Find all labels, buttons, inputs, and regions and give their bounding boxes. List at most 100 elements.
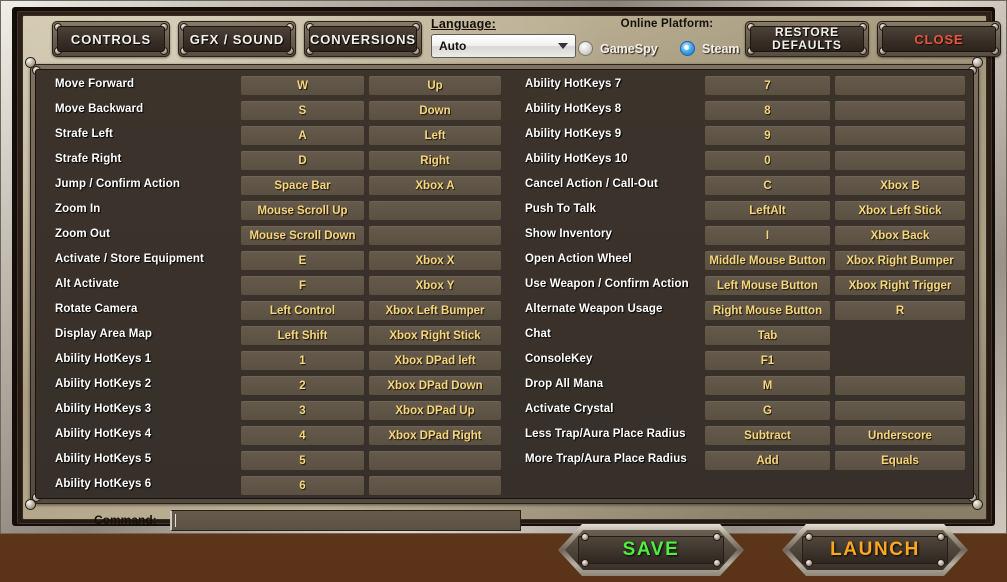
binding-secondary-field[interactable]: Xbox DPad left (369, 351, 501, 370)
binding-primary-field[interactable]: Middle Mouse Button (705, 251, 830, 270)
binding-secondary-value: Xbox Right Stick (389, 329, 481, 342)
binding-primary-field[interactable]: Left Control (241, 301, 364, 320)
binding-secondary-value: Xbox Back (870, 229, 930, 242)
binding-row: Ability HotKeys 8 8 (517, 98, 973, 123)
binding-secondary-field[interactable] (835, 151, 965, 170)
binding-primary-field[interactable]: F1 (705, 351, 830, 370)
binding-primary-field[interactable]: 7 (705, 76, 830, 95)
binding-primary-field[interactable]: A (241, 126, 364, 145)
binding-primary-field[interactable]: 0 (705, 151, 830, 170)
binding-secondary-field[interactable] (369, 451, 501, 470)
save-button[interactable]: SAVE (558, 524, 744, 576)
radio-steam-icon[interactable] (680, 41, 695, 56)
binding-primary-field[interactable]: S (241, 101, 364, 120)
binding-primary-field[interactable]: M (705, 376, 830, 395)
rivet-icon (938, 560, 944, 566)
binding-row: Drop All Mana M (517, 373, 973, 398)
binding-secondary-field[interactable]: Right (369, 151, 501, 170)
binding-secondary-field[interactable] (835, 101, 965, 120)
binding-primary-field[interactable]: Right Mouse Button (705, 301, 830, 320)
binding-secondary-field[interactable]: Xbox A (369, 176, 501, 195)
binding-secondary-field[interactable]: Left (369, 126, 501, 145)
binding-primary-field[interactable]: W (241, 76, 364, 95)
binding-secondary-field[interactable] (835, 126, 965, 145)
binding-action-label: Ability HotKeys 8 (525, 103, 622, 115)
binding-secondary-field[interactable]: Xbox DPad Up (369, 401, 501, 420)
binding-primary-field[interactable]: Tab (705, 326, 830, 345)
binding-secondary-field[interactable]: Xbox B (835, 176, 965, 195)
binding-secondary-value: Xbox Right Trigger (848, 279, 952, 292)
binding-secondary-field[interactable]: Underscore (835, 426, 965, 445)
binding-secondary-field[interactable]: Xbox Back (835, 226, 965, 245)
launch-button[interactable]: LAUNCH (782, 524, 968, 576)
binding-primary-field[interactable]: 9 (705, 126, 830, 145)
binding-secondary-field[interactable]: Xbox DPad Down (369, 376, 501, 395)
binding-secondary-field[interactable]: Down (369, 101, 501, 120)
binding-primary-field[interactable]: C (705, 176, 830, 195)
binding-secondary-field[interactable]: Equals (835, 451, 965, 470)
binding-secondary-field[interactable] (369, 476, 501, 495)
binding-secondary-field[interactable]: Xbox Right Bumper (835, 251, 965, 270)
binding-secondary-field[interactable]: Xbox Left Stick (835, 201, 965, 220)
restore-defaults-face: RESTORE DEFAULTS (750, 26, 864, 52)
binding-primary-field[interactable]: F (241, 276, 364, 295)
binding-action-label: Rotate Camera (55, 303, 138, 315)
binding-row: Ability HotKeys 9 9 (517, 123, 973, 148)
radio-option-steam[interactable]: Steam (680, 41, 740, 56)
binding-primary-field[interactable]: 1 (241, 351, 364, 370)
radio-option-gamespy[interactable]: GameSpy (578, 41, 658, 56)
tab-conversions-face: CONVERSIONS (309, 26, 417, 52)
binding-primary-field[interactable]: G (705, 401, 830, 420)
binding-primary-field[interactable]: Mouse Scroll Down (241, 226, 364, 245)
binding-secondary-field[interactable]: Xbox Right Stick (369, 326, 501, 345)
binding-secondary-value: Right (420, 154, 450, 167)
binding-secondary-field[interactable] (369, 201, 501, 220)
binding-primary-field[interactable]: E (241, 251, 364, 270)
binding-primary-field[interactable]: 3 (241, 401, 364, 420)
binding-primary-field[interactable]: Left Mouse Button (705, 276, 830, 295)
binding-primary-field[interactable]: Subtract (705, 426, 830, 445)
binding-primary-value: 9 (764, 129, 771, 142)
language-selected-value: Auto (439, 39, 467, 53)
binding-primary-field[interactable]: I (705, 226, 830, 245)
radio-gamespy-icon[interactable] (578, 41, 593, 56)
command-input[interactable] (170, 510, 521, 531)
binding-secondary-field[interactable]: Xbox Right Trigger (835, 276, 965, 295)
binding-secondary-field[interactable]: R (835, 301, 965, 320)
binding-secondary-field[interactable]: Xbox Y (369, 276, 501, 295)
binding-primary-field[interactable]: LeftAlt (705, 201, 830, 220)
binding-secondary-field[interactable] (369, 226, 501, 245)
binding-primary-field[interactable]: Left Shift (241, 326, 364, 345)
binding-secondary-field[interactable] (835, 76, 965, 95)
binding-primary-value: Space Bar (274, 179, 331, 192)
binding-secondary-field[interactable]: Xbox Left Bumper (369, 301, 501, 320)
close-button-label: CLOSE (914, 31, 964, 47)
binding-primary-field[interactable]: D (241, 151, 364, 170)
restore-defaults-button[interactable]: RESTORE DEFAULTS (745, 21, 869, 57)
binding-secondary-field[interactable]: Xbox X (369, 251, 501, 270)
tab-gfx-sound[interactable]: GFX / SOUND (178, 21, 296, 57)
binding-primary-field[interactable]: Mouse Scroll Up (241, 201, 364, 220)
binding-action-label: Move Forward (55, 78, 135, 90)
tab-controls[interactable]: CONTROLS (52, 21, 170, 57)
binding-action-label: Zoom Out (55, 228, 111, 240)
tab-controls-label: CONTROLS (70, 31, 152, 47)
binding-action-label: Cancel Action / Call-Out (525, 178, 658, 190)
binding-primary-field[interactable]: Space Bar (241, 176, 364, 195)
language-select[interactable]: Auto (431, 34, 576, 58)
close-button[interactable]: CLOSE (877, 21, 1001, 57)
binding-primary-field[interactable]: Add (705, 451, 830, 470)
binding-primary-field[interactable]: 5 (241, 451, 364, 470)
binding-primary-value: 4 (299, 429, 306, 442)
binding-secondary-field[interactable]: Up (369, 76, 501, 95)
binding-row: Ability HotKeys 5 5 (47, 448, 510, 473)
binding-secondary-field[interactable] (835, 376, 965, 395)
binding-primary-field[interactable]: 4 (241, 426, 364, 445)
binding-secondary-field[interactable]: Xbox DPad Right (369, 426, 501, 445)
binding-secondary-field[interactable] (835, 401, 965, 420)
binding-primary-field[interactable]: 2 (241, 376, 364, 395)
tab-conversions[interactable]: CONVERSIONS (304, 21, 422, 57)
binding-primary-field[interactable]: 8 (705, 101, 830, 120)
binding-action-label: Alt Activate (55, 278, 120, 290)
binding-primary-field[interactable]: 6 (241, 476, 364, 495)
